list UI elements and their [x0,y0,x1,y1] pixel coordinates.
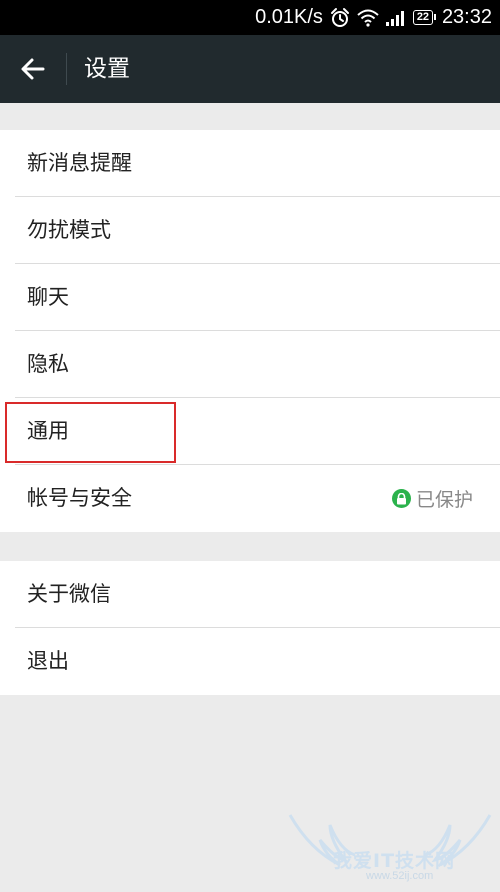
app-bar: 设置 [0,35,500,103]
settings-item-label: 退出 [27,649,69,673]
watermark-url: www.52ij.com [366,870,434,882]
settings-item-about-wechat[interactable]: 关于微信 [0,561,500,628]
settings-item-account-security[interactable]: 帐号与安全 已保护 [0,465,500,532]
settings-item-label: 隐私 [27,352,69,376]
status-bar-right: 0.01K/s 22 23:32 [255,0,492,35]
protection-status: 已保护 [391,465,473,532]
signal-icon [385,9,407,27]
settings-item-label: 聊天 [27,285,69,309]
settings-item-label: 关于微信 [27,582,111,606]
lock-icon [391,489,411,508]
net-speed: 0.01K/s [255,6,323,28]
settings-group-main: 新消息提醒 勿扰模式 聊天 隐私 通用 帐号与安全 已保护 [0,130,500,532]
settings-item-logout[interactable]: 退出 [0,628,500,695]
battery-icon: 22 [412,10,436,25]
settings-item-general[interactable]: 通用 [0,398,500,465]
clock: 23:32 [441,6,492,28]
watermark-text: 我爱IT技术网 [333,850,456,872]
settings-item-label: 帐号与安全 [27,486,132,510]
arrow-left-icon [21,58,45,80]
settings-item-label: 通用 [27,419,69,443]
status-bar: 0.01K/s 22 23:32 [0,0,500,35]
settings-item-label: 新消息提醒 [27,151,132,175]
page-title: 设置 [84,56,130,82]
settings-item-privacy[interactable]: 隐私 [0,331,500,398]
back-button[interactable] [6,43,60,95]
settings-item-do-not-disturb[interactable]: 勿扰模式 [0,197,500,264]
settings-item-label: 勿扰模式 [27,218,111,242]
alarm-icon [329,7,351,29]
settings-item-chat[interactable]: 聊天 [0,264,500,331]
app-bar-divider [66,53,67,85]
battery-level: 22 [416,11,430,23]
protection-status-label: 已保护 [415,489,473,511]
wifi-icon [357,9,379,27]
settings-group-secondary: 关于微信 退出 [0,561,500,695]
settings-item-new-message-alert[interactable]: 新消息提醒 [0,130,500,197]
